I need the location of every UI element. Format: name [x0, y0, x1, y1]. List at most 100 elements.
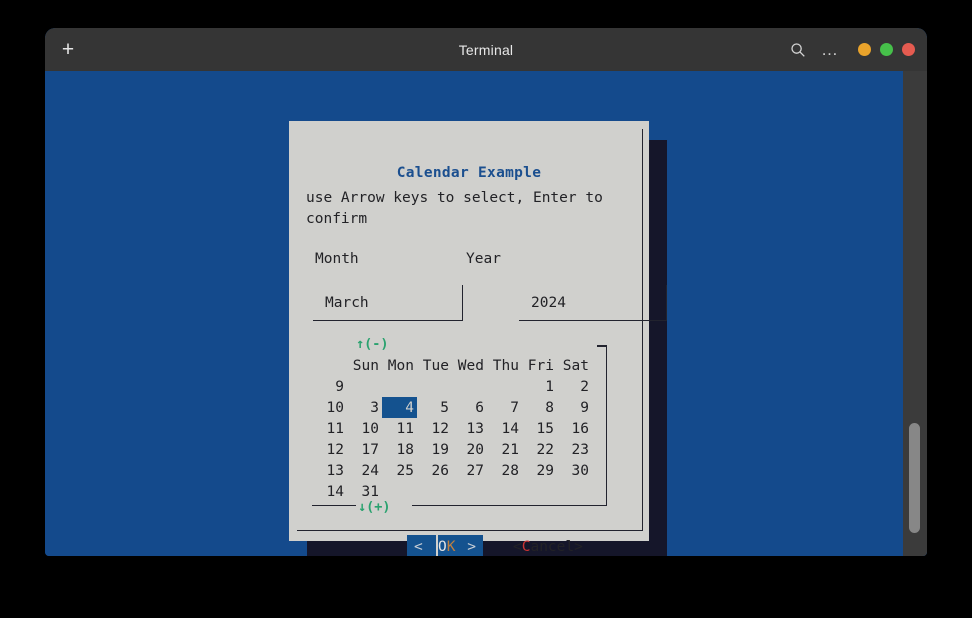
year-label: Year	[466, 251, 501, 267]
ok-label-hotkey: K	[446, 538, 456, 555]
weekday-header-thu: Thu	[492, 357, 519, 374]
calendar-week-row: 11 10 11 12 13 14 15 16	[312, 418, 592, 439]
ok-label: OK	[438, 539, 455, 555]
month-value: March	[325, 294, 369, 311]
maximize-button[interactable]	[880, 43, 893, 56]
cancel-hotkey: C	[521, 538, 531, 555]
calendar-week-row: 13 24 25 26 27 28 29 30	[312, 460, 592, 481]
close-button[interactable]	[902, 43, 915, 56]
calendar-week-row: 14 31	[312, 481, 592, 502]
calendar-day-7[interactable]: 7	[487, 397, 522, 418]
calendar-top-corner	[597, 345, 607, 347]
year-input[interactable]: 2024	[519, 285, 667, 321]
ok-button[interactable]: < OK >	[407, 535, 483, 556]
terminal-window: + Terminal … Calendar Example use Arrow …	[45, 28, 927, 556]
calendar-empty-cell	[417, 481, 452, 502]
calendar-empty-cell	[382, 481, 417, 502]
overflow-menu-icon[interactable]: …	[820, 40, 840, 60]
cancel-rest: ancel	[530, 538, 575, 555]
cancel-prefix: <	[513, 538, 522, 555]
previous-month-indicator[interactable]: ↑(-)	[356, 336, 389, 352]
calendar-week-row: 10 3 4 5 6 7 8 9	[312, 397, 592, 418]
calendar-day-8[interactable]: 8	[522, 397, 557, 418]
calendar-day-5[interactable]: 5	[417, 397, 452, 418]
calendar-empty-cell	[452, 376, 487, 397]
search-icon[interactable]	[788, 40, 808, 60]
calendar-empty-cell	[382, 376, 417, 397]
calendar-day-22[interactable]: 22	[522, 439, 557, 460]
calendar-day-31[interactable]: 31	[347, 481, 382, 502]
calendar-day-12[interactable]: 12	[417, 418, 452, 439]
weekday-header-sun: Sun	[352, 357, 379, 374]
week-number: 12	[326, 441, 344, 458]
calendar-empty-cell	[347, 376, 382, 397]
titlebar: + Terminal …	[45, 28, 927, 71]
calendar-empty-cell	[557, 481, 592, 502]
weekday-header-fri: Fri	[527, 357, 554, 374]
calendar-week-row: 12 17 18 19 20 21 22 23	[312, 439, 592, 460]
month-input[interactable]: March	[313, 285, 463, 321]
weeknum-header	[312, 355, 347, 376]
minimize-button[interactable]	[858, 43, 871, 56]
calendar-day-20[interactable]: 20	[452, 439, 487, 460]
calendar-day-23[interactable]: 23	[557, 439, 592, 460]
calendar-day-14[interactable]: 14	[487, 418, 522, 439]
week-number: 13	[326, 462, 344, 479]
dialog-button-row: < OK > < Cancel >	[289, 535, 649, 556]
window-controls	[858, 43, 915, 56]
year-value: 2024	[531, 294, 566, 311]
calendar-table: Sun Mon Tue Wed Thu Fri Sat 9 1 2 10 3 4 5 6 7 8 9 11 10 11…	[312, 355, 592, 502]
week-number: 9	[335, 378, 344, 395]
calendar-empty-cell	[452, 481, 487, 502]
calendar-day-2[interactable]: 2	[557, 376, 592, 397]
month-label: Month	[315, 251, 359, 267]
calendar-day-26[interactable]: 26	[417, 460, 452, 481]
ok-label-plain: O	[438, 538, 447, 555]
calendar-day-30[interactable]: 30	[557, 460, 592, 481]
calendar-day-27[interactable]: 27	[452, 460, 487, 481]
calendar-day-21[interactable]: 21	[487, 439, 522, 460]
calendar-day-6[interactable]: 6	[452, 397, 487, 418]
ok-right-arrow: >	[467, 538, 476, 555]
calendar-day-24[interactable]: 24	[347, 460, 382, 481]
scrollbar-thumb[interactable]	[909, 423, 920, 533]
week-number: 10	[326, 399, 344, 416]
calendar-empty-cell	[487, 376, 522, 397]
calendar-body: 9 1 2 10 3 4 5 6 7 8 9 11 10 11 12 13 14 15 16 12 17 18 19 20 21…	[312, 376, 592, 502]
calendar-day-13[interactable]: 13	[452, 418, 487, 439]
week-number: 14	[326, 483, 344, 500]
calendar-bottom-border-left	[312, 504, 356, 506]
calendar-day-15[interactable]: 15	[522, 418, 557, 439]
calendar-day-25[interactable]: 25	[382, 460, 417, 481]
week-number: 11	[326, 420, 344, 437]
calendar-day-9[interactable]: 9	[557, 397, 592, 418]
calendar-day-18[interactable]: 18	[382, 439, 417, 460]
calendar-day-11[interactable]: 11	[382, 418, 417, 439]
scrollbar-track[interactable]	[903, 71, 927, 556]
calendar-grid-container: ↑(-) ↓(+) Sun Mon Tue Wed Thu Fri Sat 9 1 2 10 3 4 5…	[312, 336, 607, 515]
calendar-day-29[interactable]: 29	[522, 460, 557, 481]
terminal-body: Calendar Example use Arrow keys to selec…	[45, 71, 927, 556]
titlebar-controls: …	[788, 40, 915, 60]
weekday-header-sat: Sat	[562, 357, 589, 374]
calendar-dialog: Calendar Example use Arrow keys to selec…	[289, 121, 667, 556]
weekday-header-tue: Tue	[422, 357, 449, 374]
dialog-help-text: use Arrow keys to select, Enter to confi…	[306, 190, 612, 227]
calendar-header-row: Sun Mon Tue Wed Thu Fri Sat	[312, 355, 592, 376]
cancel-button[interactable]: < Cancel >	[513, 535, 583, 556]
calendar-bottom-border-right	[412, 504, 607, 506]
calendar-day-16[interactable]: 16	[557, 418, 592, 439]
calendar-day-19[interactable]: 19	[417, 439, 452, 460]
calendar-day-10[interactable]: 10	[347, 418, 382, 439]
calendar-day-28[interactable]: 28	[487, 460, 522, 481]
weekday-header-wed: Wed	[457, 357, 484, 374]
calendar-day-1[interactable]: 1	[522, 376, 557, 397]
weekday-header-mon: Mon	[387, 357, 414, 374]
calendar-right-border	[605, 345, 607, 505]
calendar-empty-cell	[522, 481, 557, 502]
calendar-day-selected[interactable]: 4	[382, 397, 417, 418]
calendar-empty-cell	[417, 376, 452, 397]
ok-left-arrow: <	[414, 538, 423, 555]
calendar-day-3[interactable]: 3	[347, 397, 382, 418]
calendar-day-17[interactable]: 17	[347, 439, 382, 460]
